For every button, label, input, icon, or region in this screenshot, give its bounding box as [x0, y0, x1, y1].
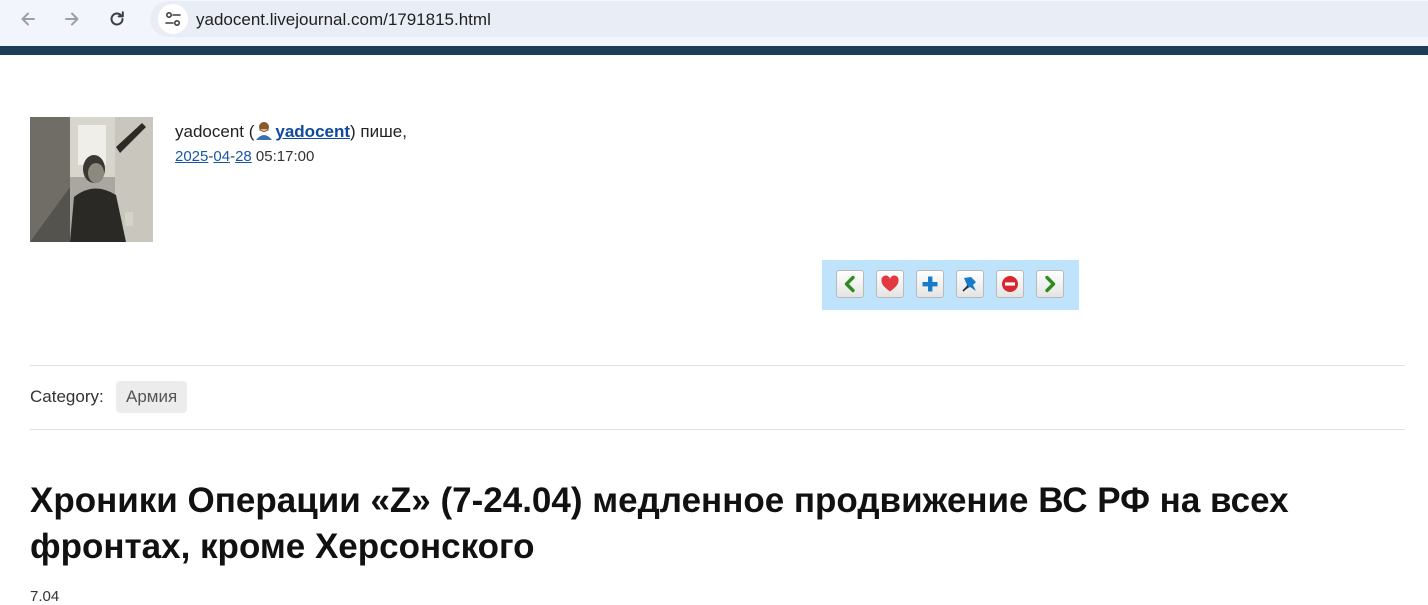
address-bar[interactable]: yadocent.livejournal.com/1791815.html — [150, 1, 1428, 37]
user-icon[interactable] — [254, 120, 274, 140]
site-header-bar — [0, 46, 1428, 55]
track-button[interactable] — [916, 270, 944, 298]
post-title: Хроники Операции «Z» (7-24.04) медленное… — [30, 481, 1289, 566]
date-day-link[interactable]: 28 — [235, 148, 252, 165]
plus-icon — [922, 276, 938, 292]
post-date: 2025-04-28 05:17:00 — [175, 148, 314, 165]
date-year-link[interactable]: 2025 — [175, 148, 208, 165]
entry-actions-toolbar — [822, 260, 1079, 310]
no-entry-icon — [1002, 276, 1018, 292]
tell-friend-button[interactable] — [956, 270, 984, 298]
divider — [30, 365, 1405, 366]
tune-icon — [165, 11, 181, 27]
url-text[interactable]: yadocent.livejournal.com/1791815.html — [196, 10, 491, 30]
author-suffix: ) пише, — [350, 122, 407, 141]
category-label: Category: — [30, 387, 104, 406]
reload-icon — [110, 11, 124, 26]
post-body-start: 7.04 — [30, 588, 60, 605]
avatar-photo — [30, 117, 153, 242]
next-entry-button[interactable] — [1036, 270, 1064, 298]
back-button[interactable] — [14, 5, 42, 33]
post-time: 05:17:00 — [251, 148, 315, 165]
heart-icon — [881, 275, 899, 292]
date-month-link[interactable]: 04 — [213, 148, 230, 165]
arrow-right-icon — [65, 12, 79, 26]
author-username-link[interactable]: yadocent — [275, 122, 350, 141]
category-tag-army[interactable]: Армия — [116, 381, 188, 413]
prev-entry-button[interactable] — [836, 270, 864, 298]
author-prefix: yadocent ( — [175, 122, 255, 141]
arrow-left-icon — [21, 12, 35, 26]
forward-button[interactable] — [58, 5, 86, 33]
site-info-button[interactable] — [158, 4, 188, 34]
user-avatar[interactable] — [30, 117, 153, 242]
add-to-memories-button[interactable] — [876, 270, 904, 298]
chevron-right-icon — [1045, 275, 1056, 293]
reload-button[interactable] — [103, 5, 131, 33]
browser-toolbar: yadocent.livejournal.com/1791815.html — [0, 0, 1428, 46]
chevron-left-icon — [844, 275, 855, 293]
flag-button[interactable] — [996, 270, 1024, 298]
author-byline: yadocent ( yadocent) пише, — [175, 120, 407, 142]
pin-icon — [962, 277, 976, 292]
divider — [30, 429, 1405, 430]
